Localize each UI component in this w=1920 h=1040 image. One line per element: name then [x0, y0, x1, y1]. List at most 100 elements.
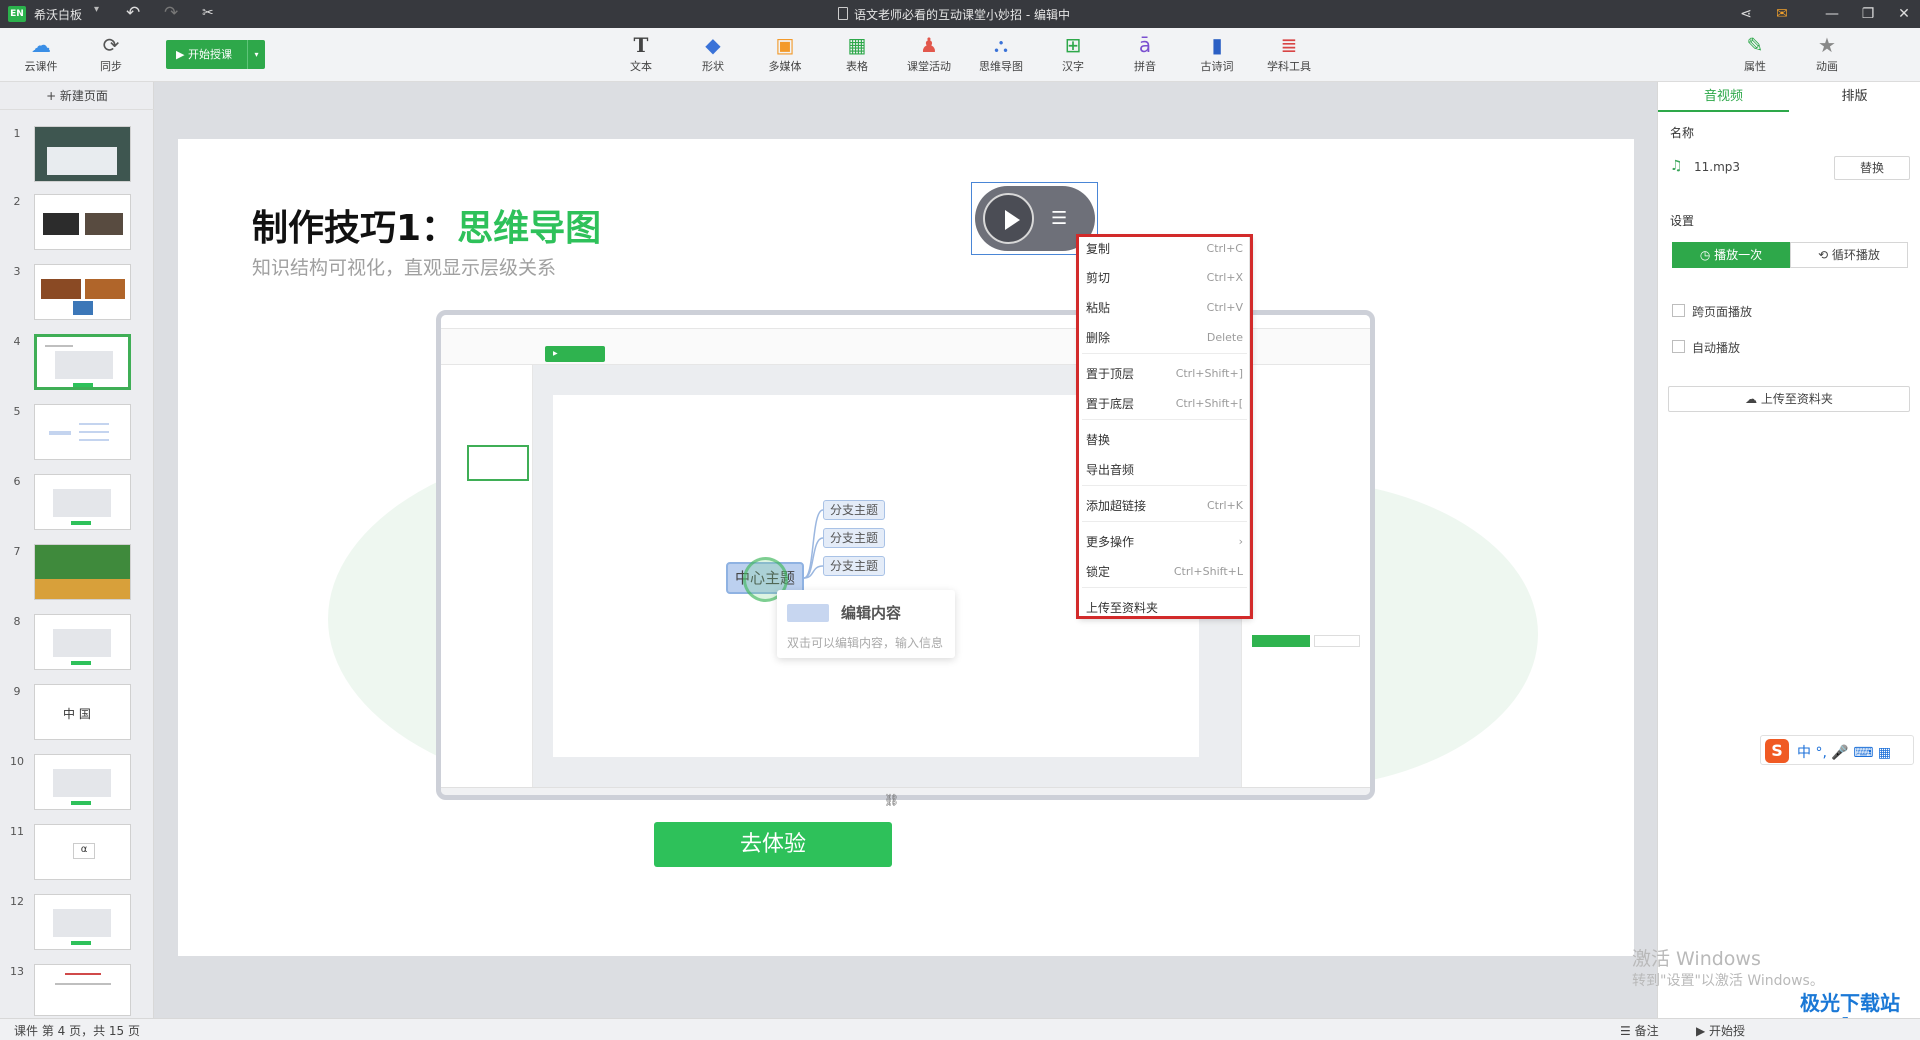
- page-thumb-3[interactable]: [34, 264, 131, 320]
- tool-poetry[interactable]: ▮ 古诗词: [1186, 28, 1248, 82]
- shape-icon: ◆: [705, 33, 721, 57]
- slide-subtitle[interactable]: 知识结构可视化，直观显示层级关系: [252, 253, 556, 280]
- page-number: 1: [13, 127, 21, 140]
- start-class-dropdown-icon[interactable]: ▾: [247, 40, 265, 69]
- tip-title: 编辑内容: [841, 604, 902, 622]
- tool-mindmap-label: 思维导图: [979, 60, 1023, 73]
- app-menu-caret-icon[interactable]: ▾: [94, 4, 99, 15]
- mini-button: [1314, 635, 1360, 647]
- page-thumb-5[interactable]: [34, 404, 131, 460]
- thumb-line: [71, 661, 91, 665]
- cloud-courseware-button[interactable]: ☁ 云课件: [10, 28, 72, 82]
- page-thumbnail-panel: + 新建页面 1 2 3 4 5 6 7 8 9 中 国 10 11 α 12 …: [0, 82, 154, 1018]
- play-icon: [1005, 210, 1020, 230]
- page-thumb-4[interactable]: [34, 334, 131, 390]
- mindmap-icon: ⛬: [994, 33, 1008, 57]
- table-icon: ▦: [847, 33, 867, 57]
- loop-play-button[interactable]: ⟲ 循环播放: [1790, 242, 1908, 268]
- scissors-icon[interactable]: ✂: [202, 5, 214, 21]
- play-button[interactable]: [983, 193, 1034, 244]
- thumb-line: [73, 383, 93, 387]
- main-toolbar: ☁ 云课件 ⟳ 同步: [0, 28, 1920, 82]
- tab-layout[interactable]: 排版: [1789, 82, 1920, 112]
- name-label: 名称: [1670, 126, 1695, 140]
- thumb-line: [71, 521, 91, 525]
- slide-title[interactable]: 制作技巧1：思维导图: [252, 199, 601, 251]
- play-once-label: 播放一次: [1714, 248, 1763, 262]
- page-thumb-7[interactable]: [34, 544, 131, 600]
- tool-hanzi[interactable]: ⊞ 汉字: [1042, 28, 1104, 82]
- highlight-box: [1076, 234, 1253, 619]
- tab-audio-video[interactable]: 音视频: [1658, 82, 1789, 112]
- new-page-button[interactable]: + 新建页面: [0, 82, 154, 110]
- thumb-image: [53, 909, 111, 937]
- thumb-image: [43, 213, 79, 235]
- animation-label: 动画: [1816, 60, 1838, 73]
- tool-text[interactable]: T 文本: [610, 28, 672, 82]
- sync-button[interactable]: ⟳ 同步: [80, 28, 142, 82]
- loop-play-label: 循环播放: [1831, 248, 1880, 262]
- editor-canvas: 制作技巧1：思维导图 知识结构可视化，直观显示层级关系 ▶ 中心主题 分支主题 …: [155, 82, 1657, 1018]
- tool-mindmap[interactable]: ⛬ 思维导图: [970, 28, 1032, 82]
- maximize-icon[interactable]: ❐: [1852, 2, 1884, 26]
- slide[interactable]: 制作技巧1：思维导图 知识结构可视化，直观显示层级关系 ▶ 中心主题 分支主题 …: [178, 139, 1634, 956]
- share-icon[interactable]: ⋖: [1730, 2, 1762, 26]
- page-thumb-12[interactable]: [34, 894, 131, 950]
- page-thumb-2[interactable]: [34, 194, 131, 250]
- tool-class-activity[interactable]: ♟ 课堂活动: [898, 28, 960, 82]
- minimize-icon[interactable]: —: [1816, 2, 1848, 26]
- ime-toolbar[interactable]: S 中 °, 🎤 ⌨ ▦: [1760, 735, 1914, 765]
- tool-shape[interactable]: ◆ 形状: [682, 28, 744, 82]
- mail-icon[interactable]: ✉: [1766, 2, 1798, 26]
- tool-pinyin[interactable]: ā 拼音: [1114, 28, 1176, 82]
- document-title[interactable]: 语文老师必看的互动课堂小妙招 - 编辑中: [854, 6, 1070, 23]
- cross-page-checkbox[interactable]: [1672, 304, 1685, 317]
- tool-hanzi-label: 汉字: [1062, 60, 1084, 73]
- slide-title-highlight: 思维导图: [457, 208, 602, 249]
- autoplay-checkbox[interactable]: [1672, 340, 1685, 353]
- close-icon[interactable]: ✕: [1888, 2, 1920, 26]
- thumb-text: 中 国: [63, 707, 91, 721]
- app-name[interactable]: 希沃白板: [34, 6, 82, 23]
- windows-activation-watermark: 激活 Windows: [1632, 948, 1761, 970]
- page-thumb-10[interactable]: [34, 754, 131, 810]
- upload-to-folder-button[interactable]: ☁ 上传至资料夹: [1668, 386, 1910, 412]
- page-thumb-9[interactable]: 中 国: [34, 684, 131, 740]
- page-thumb-11[interactable]: α: [34, 824, 131, 880]
- page-thumb-13[interactable]: [34, 964, 131, 1016]
- audio-settings-icon[interactable]: ☰: [1051, 208, 1067, 229]
- notes-label: 备注: [1634, 1024, 1659, 1038]
- page-number: 3: [13, 265, 21, 278]
- start-class-button[interactable]: ▶ 开始授课 ▾: [166, 40, 265, 69]
- mindmap-branch-node: 分支主题: [823, 500, 885, 520]
- animation-button[interactable]: ★ 动画: [1796, 28, 1858, 82]
- page-thumb-6[interactable]: [34, 474, 131, 530]
- thumb-text: α: [73, 843, 95, 859]
- link-icon[interactable]: ⛓: [884, 793, 899, 807]
- mini-start-button: ▶: [545, 346, 605, 362]
- page-number: 2: [13, 195, 21, 208]
- page-thumb-1[interactable]: [34, 126, 131, 182]
- thumb-line: [49, 431, 71, 435]
- page-number: 4: [13, 335, 21, 348]
- undo-icon[interactable]: ↶: [126, 3, 140, 23]
- page-number: 12: [10, 895, 24, 908]
- status-start-button[interactable]: ▶ 开始授: [1696, 1022, 1745, 1039]
- tool-table[interactable]: ▦ 表格: [826, 28, 888, 82]
- activity-icon: ♟: [920, 33, 938, 57]
- tool-subject[interactable]: ≣ 学科工具: [1258, 28, 1320, 82]
- notes-button[interactable]: ☰ 备注: [1620, 1022, 1659, 1039]
- try-it-button[interactable]: 去体验: [654, 822, 892, 867]
- properties-button[interactable]: ✎ 属性: [1724, 28, 1786, 82]
- cloud-label: 云课件: [24, 60, 58, 73]
- ime-status: 中 °, 🎤 ⌨ ▦: [1797, 745, 1892, 761]
- replace-button[interactable]: 替换: [1834, 156, 1910, 180]
- play-once-button[interactable]: ◷ 播放一次: [1672, 242, 1790, 268]
- thumb-line: [79, 439, 109, 441]
- settings-label: 设置: [1670, 214, 1695, 228]
- tool-media-label: 多媒体: [768, 60, 802, 73]
- sync-label: 同步: [100, 60, 122, 73]
- page-thumb-8[interactable]: [34, 614, 131, 670]
- tool-media[interactable]: ▣ 多媒体: [754, 28, 816, 82]
- redo-icon[interactable]: ↷: [164, 3, 178, 23]
